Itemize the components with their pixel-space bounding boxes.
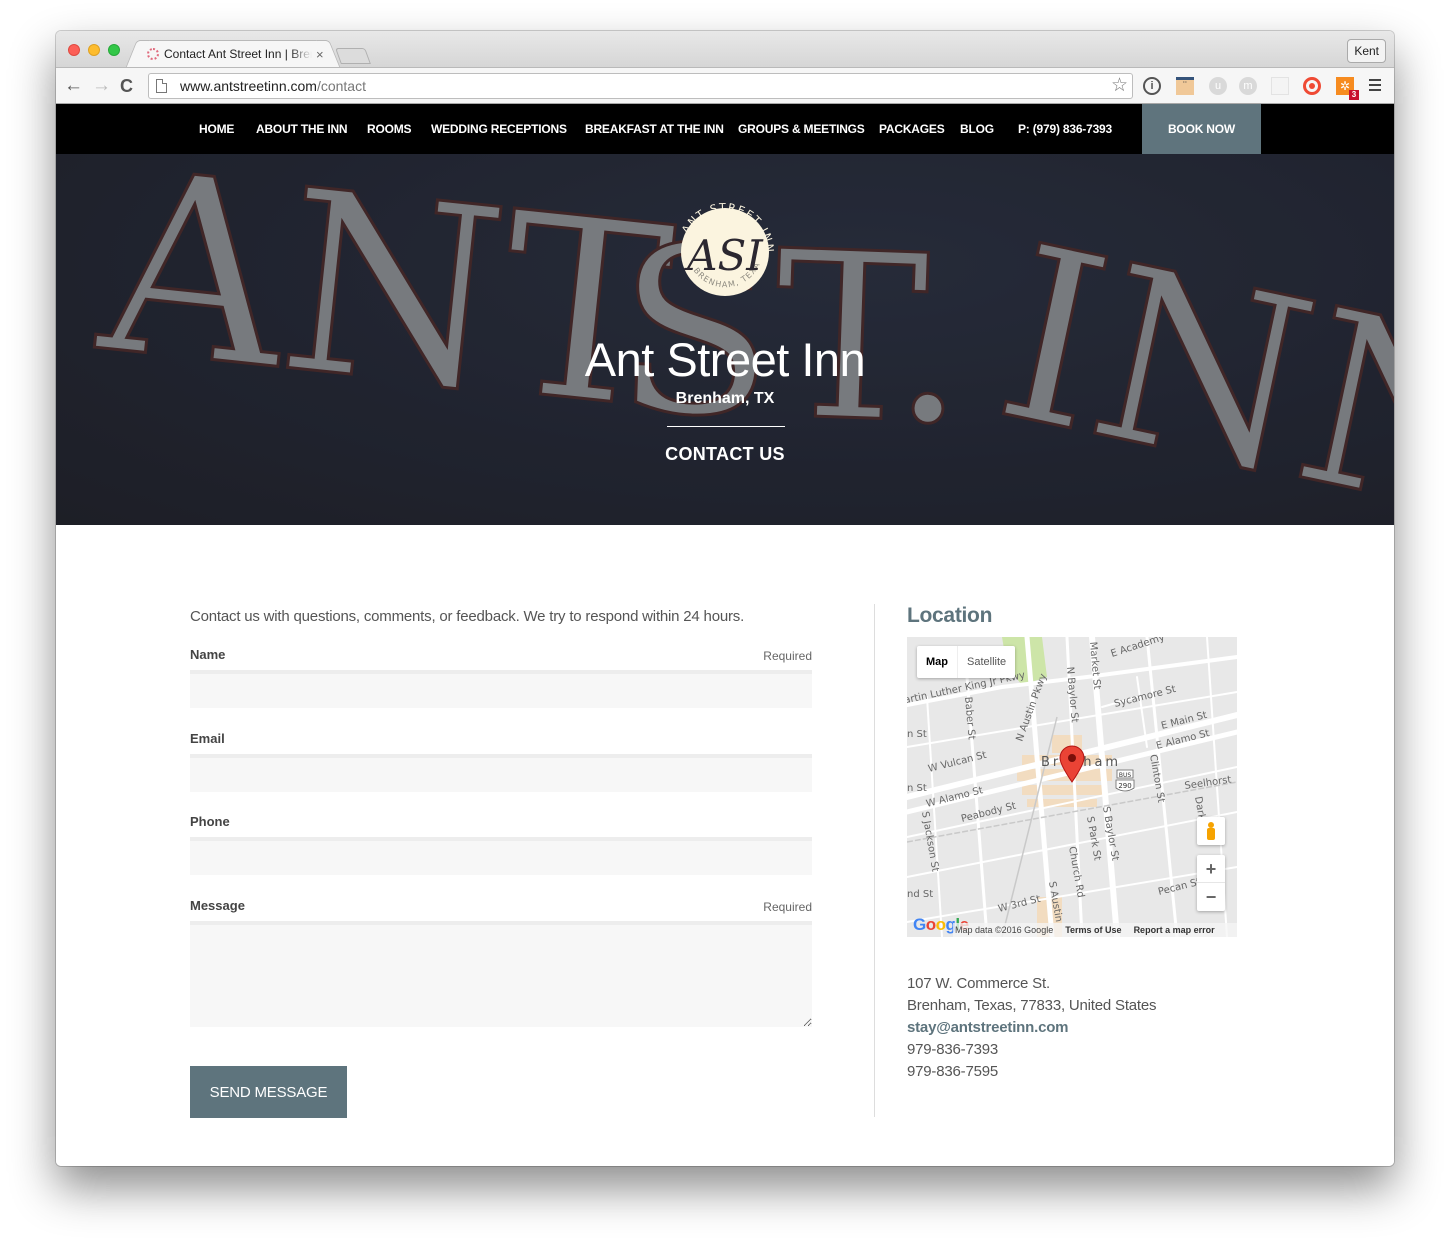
tab-title: Contact Ant Street Inn | Brenham (164, 47, 312, 61)
map-type-satellite-button[interactable]: Satellite (958, 646, 1015, 678)
email-input[interactable] (190, 754, 812, 792)
svg-text:n St: n St (907, 729, 927, 740)
column-divider (874, 604, 875, 1117)
svg-text:290: 290 (1118, 782, 1131, 790)
phone-label: Phone (190, 814, 230, 829)
u-extension-icon[interactable]: u (1209, 77, 1227, 95)
close-window-button[interactable] (68, 44, 80, 56)
page-viewport: HOME ABOUT THE INN ROOMS WEDDING RECEPTI… (56, 104, 1394, 1166)
book-now-button[interactable]: BOOK NOW (1142, 104, 1261, 154)
svg-text:ASI: ASI (683, 231, 764, 280)
google-map[interactable]: artin Luther King Jr Pkwy E Academy Mark… (907, 637, 1237, 937)
hero-subtitle: Brenham, TX (675, 390, 775, 407)
chart-extension-icon[interactable] (1271, 77, 1289, 95)
name-input[interactable] (190, 670, 812, 708)
phone-number-1: 979-836-7393 (907, 1041, 999, 1058)
address-bar[interactable]: www.antstreetinn.com/contact ☆ (148, 73, 1133, 99)
nav-phone[interactable]: P: (979) 836-7393 (1018, 104, 1112, 154)
browser-tab-active[interactable]: Contact Ant Street Inn | Brenham × (136, 40, 330, 67)
nav-home[interactable]: HOME (199, 104, 234, 154)
minimize-window-button[interactable] (88, 44, 100, 56)
hero-divider (667, 426, 785, 427)
svg-text:n St: n St (907, 783, 927, 794)
1password-icon[interactable]: i (1143, 77, 1161, 95)
address-line-2: Brenham, Texas, 77833, United States (907, 997, 1157, 1014)
target-extension-icon[interactable] (1303, 77, 1321, 95)
profile-button[interactable]: Kent (1347, 39, 1386, 63)
hubspot-icon[interactable]: ✲ 3 (1336, 77, 1359, 100)
map-type-control: Map Satellite (917, 646, 1016, 678)
favicon-icon (147, 48, 159, 60)
phone-input[interactable] (190, 837, 812, 875)
bookmark-star-icon[interactable]: ☆ (1111, 75, 1128, 97)
map-type-map-button[interactable]: Map (917, 646, 958, 678)
nav-about-the-inn[interactable]: ABOUT THE INN (256, 104, 348, 154)
fullscreen-window-button[interactable] (108, 44, 120, 56)
highway-shield-290: BUS 290 (1115, 769, 1135, 792)
nav-breakfast-at-the-inn[interactable]: BREAKFAST AT THE INN (585, 104, 724, 154)
message-required-note: Required (763, 900, 812, 914)
message-textarea[interactable] (190, 921, 812, 1027)
map-tiles: artin Luther King Jr Pkwy E Academy Mark… (907, 637, 1237, 937)
form-intro: Contact us with questions, comments, or … (190, 608, 745, 625)
face-extension-icon[interactable]: ¨ (1176, 77, 1194, 95)
nav-wedding-receptions[interactable]: WEDDING RECEPTIONS (431, 104, 567, 154)
forward-arrow-icon[interactable]: → (92, 74, 111, 98)
nav-packages[interactable]: PACKAGES (879, 104, 945, 154)
tab-strip: Contact Ant Street Inn | Brenham × Kent (56, 31, 1394, 67)
svg-text:BUS: BUS (1119, 772, 1132, 779)
location-heading: Location (907, 604, 993, 627)
phone-number-2: 979-836-7595 (907, 1063, 999, 1080)
map-data-credit: Map data ©2016 Google (955, 925, 1054, 935)
reload-icon[interactable]: C (120, 74, 133, 98)
new-tab-button[interactable] (335, 48, 371, 64)
site-navigation: HOME ABOUT THE INN ROOMS WEDDING RECEPTI… (56, 104, 1394, 154)
browser-window: Contact Ant Street Inn | Brenham × Kent … (56, 31, 1394, 1166)
hamburger-menu-icon[interactable] (1369, 79, 1381, 91)
report-map-error-link[interactable]: Report a map error (1134, 923, 1215, 937)
zoom-out-button[interactable]: − (1197, 883, 1225, 911)
nav-groups-meetings[interactable]: GROUPS & MEETINGS (738, 104, 865, 154)
email-label: Email (190, 731, 225, 746)
name-label: Name (190, 647, 226, 662)
nav-rooms[interactable]: ROOMS (367, 104, 412, 154)
m-extension-icon[interactable]: m (1239, 77, 1257, 95)
url-text[interactable]: www.antstreetinn.com/contact (180, 78, 366, 94)
terms-of-use-link[interactable]: Terms of Use (1065, 923, 1121, 937)
page-icon (156, 79, 167, 93)
page-title: CONTACT US (665, 444, 785, 464)
street-view-pegman-icon[interactable] (1197, 817, 1225, 845)
url-path: /contact (316, 78, 366, 94)
inn-logo[interactable]: ANT STREET INN BRENHAM, TEXAS ASI (672, 194, 778, 300)
map-zoom-control: + − (1197, 855, 1225, 911)
browser-toolbar: ← → C www.antstreetinn.com/contact ☆ i ¨… (56, 67, 1394, 104)
hero-banner: ANT ST. INN ANT STREET INN BRENHAM, TEXA… (56, 154, 1394, 525)
svg-text:nd St: nd St (907, 889, 933, 900)
email-link[interactable]: stay@antstreetinn.com (907, 1019, 1069, 1036)
send-message-button[interactable]: SEND MESSAGE (190, 1066, 347, 1118)
hero-title: Ant Street Inn (584, 333, 866, 386)
url-host: www.antstreetinn.com (180, 78, 317, 94)
name-required-note: Required (763, 649, 812, 663)
message-label: Message (190, 898, 245, 913)
address-line-1: 107 W. Commerce St. (907, 975, 1050, 992)
back-arrow-icon[interactable]: ← (64, 74, 83, 98)
nav-blog[interactable]: BLOG (960, 104, 994, 154)
map-attribution: Map data ©2016 Google Terms of Use Repor… (953, 923, 1237, 937)
zoom-in-button[interactable]: + (1197, 855, 1225, 883)
notification-badge: 3 (1349, 90, 1359, 100)
tab-close-icon[interactable]: × (316, 47, 324, 62)
